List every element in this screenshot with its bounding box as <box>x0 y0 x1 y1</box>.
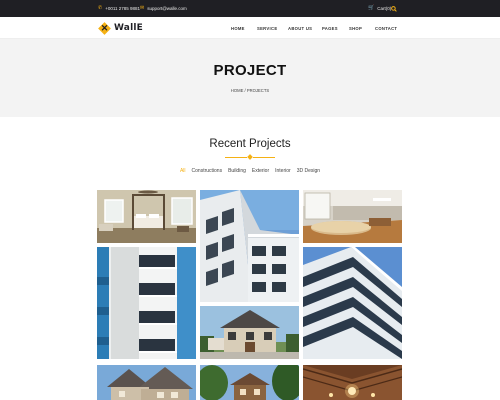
project-balcony-building[interactable] <box>97 247 196 359</box>
cart-icon: 🛒 <box>368 5 375 11</box>
contact-phone[interactable]: ✆ +0011 2785 9881 <box>98 0 140 17</box>
nav-pages[interactable]: PAGES <box>322 17 338 39</box>
project-tower-sky[interactable] <box>303 247 402 359</box>
main-header: ✕ WallE HOME SERVICE ABOUT US PAGES SHOP… <box>0 17 500 39</box>
project-white-building[interactable] <box>200 190 299 302</box>
search-button[interactable] <box>391 0 397 17</box>
brand-name: WallE <box>114 23 143 33</box>
filter-interior[interactable]: Interior <box>275 168 291 174</box>
filter-exterior[interactable]: Exterior <box>252 168 269 174</box>
top-bar: ✆ +0011 2785 9881 ✉ support@walle.com 🛒 … <box>0 0 500 17</box>
title-divider <box>225 154 275 160</box>
filter-3d-design[interactable]: 3D Design <box>297 168 320 174</box>
project-filters: All Constructions Building Exterior Inte… <box>0 168 500 174</box>
page-banner: PROJECT HOME / PROJECTS <box>0 39 500 117</box>
project-green-house[interactable] <box>200 365 299 400</box>
project-suburban-house[interactable] <box>200 306 299 359</box>
cart-text: Cart(0) <box>377 6 392 11</box>
nav-home[interactable]: HOME <box>231 17 245 39</box>
project-bedroom-interior[interactable] <box>97 190 196 243</box>
cart-link[interactable]: 🛒 Cart(0) <box>368 0 391 17</box>
contact-email[interactable]: ✉ support@walle.com <box>140 0 187 17</box>
email-text: support@walle.com <box>147 6 187 11</box>
logo-icon: ✕ <box>98 21 111 35</box>
nav-about-us[interactable]: ABOUT US <box>288 17 312 39</box>
project-office-interior[interactable] <box>303 190 402 243</box>
section-title: Recent Projects <box>209 138 291 150</box>
brand-logo[interactable]: ✕ WallE <box>98 20 143 36</box>
phone-text: +0011 2785 9881 <box>105 6 141 11</box>
breadcrumb: HOME / PROJECTS <box>230 88 270 93</box>
phone-icon: ✆ <box>98 5 103 11</box>
search-icon <box>391 5 397 12</box>
nav-service[interactable]: SERVICE <box>257 17 277 39</box>
mail-icon: ✉ <box>140 5 145 11</box>
filter-constructions[interactable]: Constructions <box>192 168 223 174</box>
nav-contact[interactable]: CONTACT <box>375 17 397 39</box>
filter-building[interactable]: Building <box>228 168 246 174</box>
nav-shop[interactable]: SHOP <box>349 17 362 39</box>
project-wood-ceiling[interactable] <box>303 365 402 400</box>
page-title: PROJECT <box>213 62 287 79</box>
filter-all[interactable]: All <box>180 168 186 174</box>
project-stone-house[interactable] <box>97 365 196 400</box>
